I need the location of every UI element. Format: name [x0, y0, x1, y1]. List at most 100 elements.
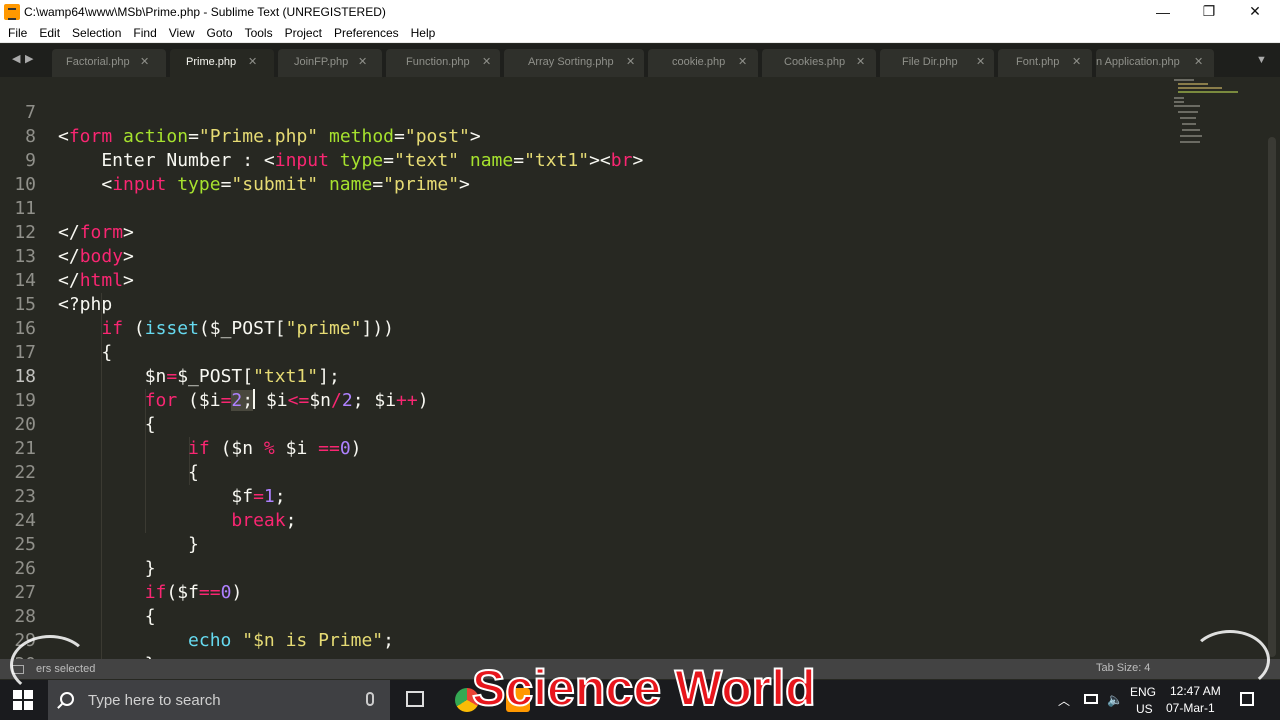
tab-label: Array Sorting.php [528, 56, 614, 68]
search-placeholder: Type here to search [88, 692, 221, 709]
tab-close-icon[interactable]: ✕ [140, 55, 149, 68]
tab-close-icon[interactable]: ✕ [482, 55, 491, 68]
code-line: 21 { [0, 413, 1160, 483]
code-line: 30 else [0, 629, 1160, 659]
tab-label: n Application.php [1096, 56, 1180, 68]
tab-label: Font.php [1016, 56, 1060, 68]
menu-find[interactable]: Find [127, 23, 162, 43]
network-icon[interactable] [1084, 694, 1098, 704]
menu-help[interactable]: Help [405, 23, 442, 43]
code-line: 8 Enter Number : <input type="text" name… [0, 101, 1160, 171]
tab-close-icon[interactable]: ✕ [358, 55, 367, 68]
code-line: 17 $n=$_POST["txt1"]; [0, 317, 1160, 387]
code-line: 25 } [0, 509, 1160, 579]
sublime-app-icon [4, 3, 20, 20]
minimap-line [1174, 97, 1184, 99]
minimap-line [1174, 101, 1184, 103]
windows-logo-icon [13, 690, 22, 699]
code-line: 9 <input type="submit" name="prime"> [0, 125, 1160, 195]
minimap-line [1180, 141, 1200, 143]
tab-bar: ◀ ▶ Factorial.php ✕ Prime.php ✕ JoinFP.p… [0, 44, 1280, 77]
menu-tools[interactable]: Tools [239, 23, 279, 43]
start-button[interactable] [13, 690, 33, 710]
tab-close-icon[interactable]: ✕ [738, 55, 747, 68]
minimap-line [1180, 135, 1202, 137]
tab-cookies[interactable]: Cookies.php ✕ [762, 49, 876, 77]
tab-cookie[interactable]: cookie.php ✕ [648, 49, 758, 77]
close-window-button[interactable]: ✕ [1232, 0, 1278, 23]
tab-file-dir[interactable]: File Dir.php ✕ [880, 49, 994, 77]
menu-file[interactable]: File [2, 23, 33, 43]
code-line: 16 { [0, 293, 1160, 363]
menu-project[interactable]: Project [279, 23, 328, 43]
tab-label: Cookies.php [784, 56, 846, 68]
code-line: 11 </form> [0, 173, 1160, 243]
tab-size-indicator[interactable]: Tab Size: 4 [1096, 662, 1150, 674]
menu-bar: File Edit Selection Find View Goto Tools… [0, 23, 1280, 43]
code-line: 24 } [0, 485, 1160, 555]
code-line: 22 $f=1; [0, 437, 1160, 507]
tab-label: File Dir.php [902, 56, 958, 68]
menu-view[interactable]: View [163, 23, 201, 43]
tab-overflow-icon[interactable]: ▼ [1256, 54, 1267, 66]
minimap-line [1180, 117, 1196, 119]
maximize-button[interactable]: ❐ [1186, 0, 1232, 23]
microphone-icon[interactable] [366, 692, 374, 706]
code-line: 7 <form action="Prime.php" method="post"… [0, 77, 1160, 147]
task-view-icon[interactable] [406, 691, 424, 707]
tab-application[interactable]: n Application.php ✕ [1096, 49, 1214, 77]
menu-edit[interactable]: Edit [33, 23, 66, 43]
windows-logo-icon [24, 701, 33, 710]
tab-close-icon[interactable]: ✕ [248, 55, 257, 68]
tab-joinfp[interactable]: JoinFP.php ✕ [278, 49, 382, 77]
tab-close-icon[interactable]: ✕ [976, 55, 985, 68]
code-line: 13 </html> [0, 221, 1160, 291]
tab-close-icon[interactable]: ✕ [856, 55, 865, 68]
tab-label: JoinFP.php [294, 56, 349, 68]
minimap-line [1178, 111, 1198, 113]
tab-label: Prime.php [186, 56, 237, 68]
tab-close-icon[interactable]: ✕ [626, 55, 635, 68]
code-line: 19 { [0, 365, 1160, 435]
decorative-swirl [10, 635, 90, 695]
code-line: 27 { [0, 557, 1160, 627]
channel-watermark: Science World [471, 659, 817, 717]
clock-date[interactable]: 07-Mar-1 [1166, 701, 1215, 715]
code-line: 28 echo "$n is Prime"; [0, 581, 1160, 651]
tab-factorial[interactable]: Factorial.php ✕ [52, 49, 166, 77]
taskbar-search-box[interactable]: Type here to search [48, 680, 390, 720]
tab-array-sorting[interactable]: Array Sorting.php ✕ [504, 49, 644, 77]
keyboard-layout[interactable]: US [1136, 702, 1153, 716]
tab-prime[interactable]: Prime.php ✕ [170, 49, 274, 77]
tab-label: Factorial.php [66, 56, 130, 68]
code-line-current: 18 for ($i=2; $i<=$n/2; $i++) [0, 341, 1160, 411]
minimap-line [1182, 123, 1196, 125]
language-indicator[interactable]: ENG [1130, 685, 1156, 699]
windows-logo-icon [13, 701, 22, 710]
code-line: 29 } [0, 605, 1160, 659]
window-title: C:\wamp64\www\MSb\Prime.php - Sublime Te… [24, 4, 386, 19]
minimap-line [1174, 79, 1194, 81]
minimap[interactable] [1170, 77, 1265, 157]
notification-icon[interactable] [1240, 692, 1254, 706]
tray-chevron-icon[interactable]: ︿ [1058, 692, 1070, 709]
menu-goto[interactable]: Goto [201, 23, 239, 43]
title-bar: C:\wamp64\www\MSb\Prime.php - Sublime Te… [0, 0, 1280, 23]
code-line: 12 </body> [0, 197, 1160, 267]
tab-font[interactable]: Font.php ✕ [998, 49, 1092, 77]
tab-prev-icon[interactable]: ◀ [12, 52, 20, 65]
menu-selection[interactable]: Selection [66, 23, 127, 43]
menu-preferences[interactable]: Preferences [328, 23, 405, 43]
minimize-button[interactable]: — [1140, 0, 1186, 23]
code-editor[interactable]: 7 <form action="Prime.php" method="post"… [0, 77, 1280, 659]
tab-function[interactable]: Function.php ✕ [386, 49, 500, 77]
scrollbar[interactable] [1268, 137, 1276, 657]
tab-close-icon[interactable]: ✕ [1194, 55, 1203, 68]
tab-label: Function.php [406, 56, 470, 68]
volume-icon[interactable]: 🔈 [1107, 692, 1123, 708]
tab-close-icon[interactable]: ✕ [1072, 55, 1081, 68]
code-line: 23 break; [0, 461, 1160, 531]
minimap-line [1182, 129, 1200, 131]
tab-next-icon[interactable]: ▶ [25, 52, 33, 65]
minimap-line [1178, 91, 1238, 93]
